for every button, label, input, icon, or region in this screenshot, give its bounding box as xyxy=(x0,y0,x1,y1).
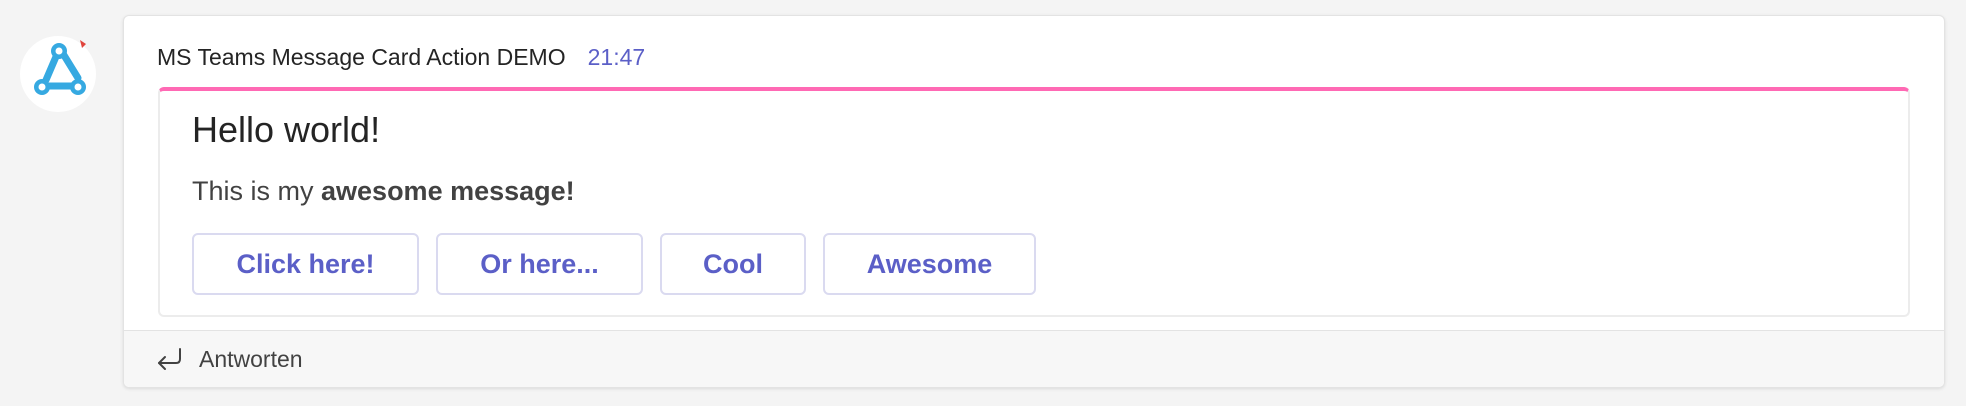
message-header: MS Teams Message Card Action DEMO 21:47 xyxy=(157,44,645,71)
sender-name[interactable]: MS Teams Message Card Action DEMO xyxy=(157,44,566,71)
card-text: This is my awesome message! xyxy=(192,176,575,207)
reply-arrow-icon[interactable] xyxy=(154,345,184,373)
message-card: Hello world! This is my awesome message!… xyxy=(158,87,1910,317)
card-actions: Click here! Or here... Cool Awesome xyxy=(192,233,1053,295)
card-title: Hello world! xyxy=(192,109,381,150)
action-button-click-here[interactable]: Click here! xyxy=(192,233,419,295)
action-button-cool[interactable]: Cool xyxy=(660,233,806,295)
message-container: MS Teams Message Card Action DEMO 21:47 … xyxy=(123,15,1945,388)
reply-button-label[interactable]: Antworten xyxy=(199,346,303,373)
action-button-awesome[interactable]: Awesome xyxy=(823,233,1036,295)
avatar[interactable] xyxy=(18,34,98,114)
action-button-or-here[interactable]: Or here... xyxy=(436,233,643,295)
webhook-icon xyxy=(20,36,96,112)
message-timestamp: 21:47 xyxy=(587,44,646,70)
card-text-prefix: This is my xyxy=(192,176,322,206)
message-footer: Antworten xyxy=(124,330,1944,387)
card-text-bold: awesome message! xyxy=(321,176,575,206)
